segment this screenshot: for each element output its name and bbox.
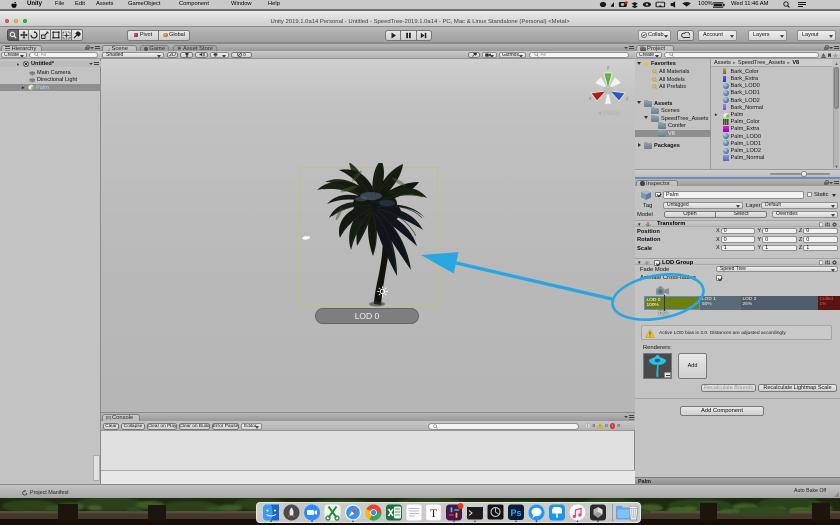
svg-text:x: x bbox=[589, 96, 592, 102]
svg-text:z: z bbox=[626, 96, 629, 102]
svg-text:T: T bbox=[430, 506, 438, 520]
svg-text:Ps: Ps bbox=[510, 508, 521, 518]
svg-text:◄ Persp: ◄ Persp bbox=[596, 111, 620, 117]
svg-text:y: y bbox=[607, 65, 610, 71]
